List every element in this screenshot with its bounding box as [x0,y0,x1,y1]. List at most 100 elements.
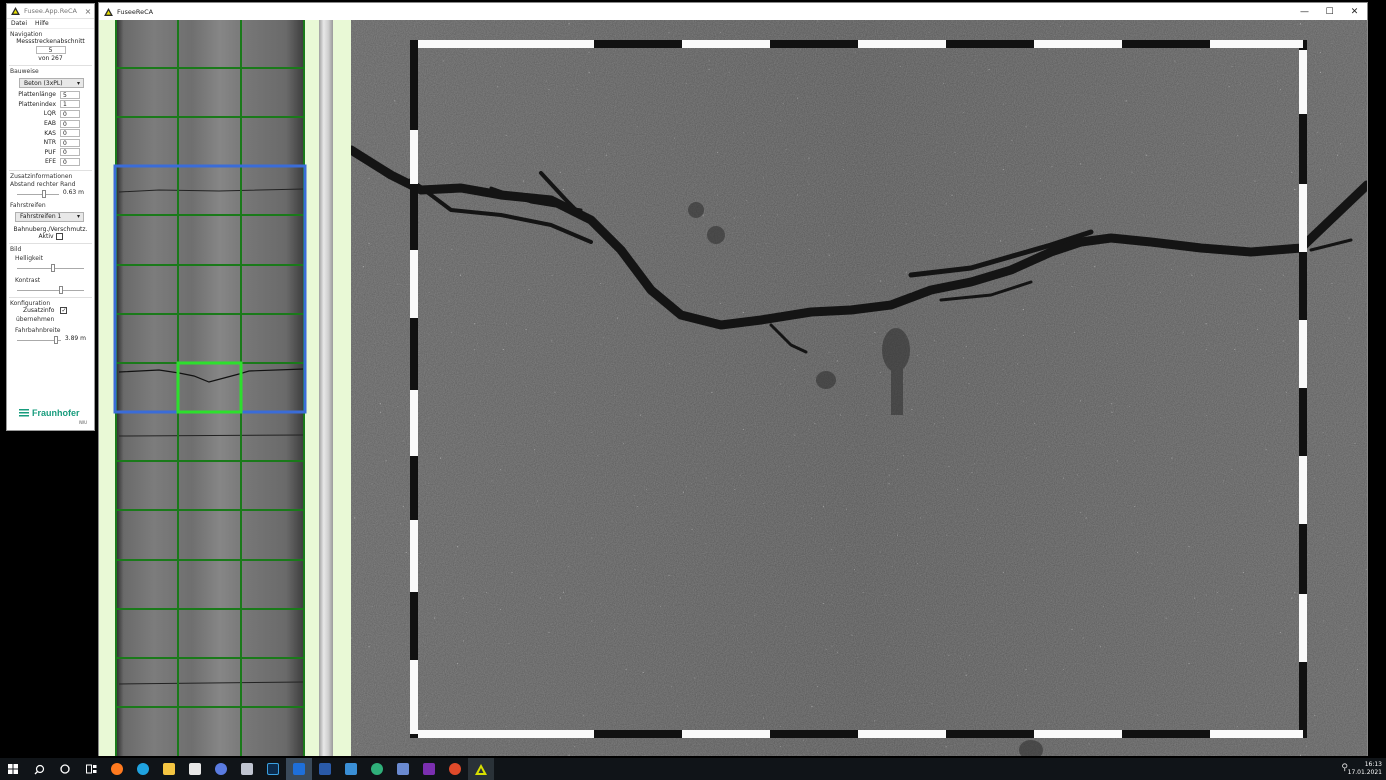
fahrbahnbreite-value: 3.89 m [64,335,86,343]
outlook-icon[interactable] [286,758,312,780]
fraunhofer-sub: IWU [79,420,88,425]
globe-icon[interactable] [364,758,390,780]
fahrstreifen-select[interactable]: Fahrstreifen 1 ▾ [15,211,84,222]
plate-grid[interactable] [99,20,351,756]
start-icon[interactable] [0,758,26,780]
helligkeit-slider[interactable] [17,263,84,272]
menu-item-datei[interactable]: Datei [11,20,27,27]
fuseereca-icon[interactable] [468,758,494,780]
bauweise-select[interactable]: Beton (3xPL) ▾ [19,78,84,88]
zusatzinfo-label: Zusatzinfo [23,306,55,314]
record-icon[interactable] [442,758,468,780]
menubar: Datei Hilfe [7,19,94,29]
maximize-button[interactable]: ☐ [1317,7,1342,17]
powershell-icon[interactable] [312,758,338,780]
chevron-down-icon: ▾ [76,213,80,221]
puf-input[interactable]: 0 [60,148,80,157]
fahrbahnbreite-slider[interactable] [17,335,61,344]
search-icon[interactable] [26,758,52,780]
main-window: FuseeReCA — ☐ ✕ [98,2,1368,756]
chevron-down-icon: ▾ [76,79,80,87]
cortana-icon[interactable] [52,758,78,780]
vscode-icon[interactable] [338,758,364,780]
kas-input[interactable]: 0 [60,129,80,138]
main-window-title: FuseeReCA [117,7,154,16]
ntr-input[interactable]: 0 [60,138,80,147]
bild-section-title: Bild [10,245,22,253]
field-label: Plattenlänge [18,91,56,99]
field-label: PUF [44,148,56,156]
onenote-icon[interactable] [416,758,442,780]
field-label: EFE [44,158,56,166]
field-row-plattenlaenge: Plattenlänge 5 [7,90,94,100]
zusatzinfo-checkbox[interactable]: ✓ [60,306,68,314]
konfiguration-section-title: Konfiguration [10,299,51,307]
field-label: Plattenindex [18,100,56,108]
aktiv-row: Aktiv [7,232,94,240]
close-button[interactable]: ✕ [1342,7,1367,17]
teams-icon[interactable] [234,758,260,780]
explorer-icon[interactable] [156,758,182,780]
abstand-slider[interactable] [17,189,59,198]
bahnuberg-label: Bahnuberg./Verschmutz. [13,225,88,233]
section-count-text: von 267 [38,55,63,62]
firefox-icon[interactable] [104,758,130,780]
field-row-kas: KAS 0 [7,128,94,138]
zusatzinfo-label-2: übernehmen [16,315,55,323]
network-icon[interactable] [390,758,416,780]
navigation-section-title: Navigation [10,31,43,38]
clock-date: 17.01.2021 [1347,769,1382,776]
main-content [99,20,1367,756]
abstand-value: 0.63 m [62,189,84,197]
plattenindex-input[interactable]: 1 [60,100,80,109]
taskbar-clock[interactable]: 16:13 17.01.2021 [1348,761,1382,777]
fraunhofer-mark-icon [19,409,29,417]
main-titlebar[interactable]: FuseeReCA — ☐ ✕ [99,3,1367,20]
fahrstreifen-select-value: Fahrstreifen 1 [20,213,62,221]
field-row-eab: EAB 0 [7,119,94,129]
field-row-plattenindex: Plattenindex 1 [7,100,94,110]
clock-time: 16:13 [1364,761,1382,768]
section-selection-rect [113,164,307,414]
control-panel-window: Fusee.App.ReCA × Datei Hilfe Navigation … [6,3,95,431]
app-icon[interactable] [208,758,234,780]
field-row-puf: PUF 0 [7,148,94,158]
bauweise-select-value: Beton (3xPL) [24,79,63,87]
menu-item-hilfe[interactable]: Hilfe [35,20,49,27]
abstand-label: Abstand rechter Rand [10,180,76,188]
panel-title: Fusee.App.ReCA [24,7,77,15]
field-row-lqr: LQR 0 [7,109,94,119]
detail-image-view[interactable] [351,20,1367,756]
taskbar: ⚲ 16:13 17.01.2021 [0,758,1386,780]
panel-titlebar[interactable]: Fusee.App.ReCA × [7,4,94,19]
eab-input[interactable]: 0 [60,119,80,128]
efe-input[interactable]: 0 [60,157,80,166]
app-logo-icon [104,7,113,16]
lightroom-icon[interactable] [260,758,286,780]
field-row-efe: EFE 0 [7,157,94,167]
selected-cell-rect [176,361,243,414]
task-view-icon[interactable] [78,758,104,780]
plattenlaenge-input[interactable]: 5 [60,90,80,99]
lqr-input[interactable]: 0 [60,109,80,118]
helligkeit-label: Helligkeit [15,254,43,262]
app-logo-icon [11,7,20,15]
kontrast-label: Kontrast [15,276,41,284]
field-label: KAS [44,129,56,137]
desktop: Fusee.App.ReCA × Datei Hilfe Navigation … [0,0,1386,758]
kontrast-slider[interactable] [17,285,84,294]
field-label: LQR [43,110,56,118]
fraunhofer-logo: Fraunhofer IWU [19,408,87,425]
store-icon[interactable] [182,758,208,780]
aktiv-label: Aktiv [38,232,54,240]
concrete-crack-image [351,20,1367,756]
edge-icon[interactable] [130,758,156,780]
zusatz-section-title: Zusatzinformationen [10,172,73,180]
section-number-input[interactable]: 5 [35,46,66,54]
panel-close-button[interactable]: × [82,7,94,16]
field-row-ntr: NTR 0 [7,138,94,148]
fahrstreifen-label: Fahrstreifen [10,201,46,209]
field-label: NTR [43,139,56,147]
aktiv-checkbox[interactable] [55,232,63,240]
minimize-button[interactable]: — [1292,7,1317,17]
